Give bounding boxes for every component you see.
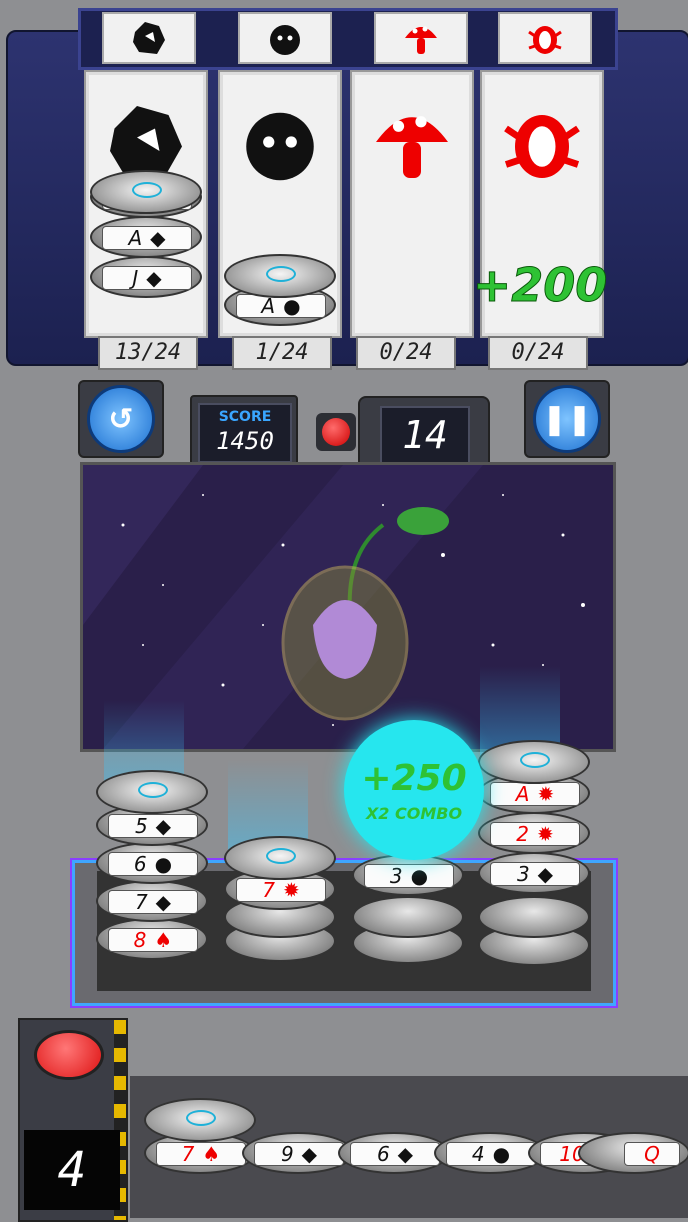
chip-value: 3	[516, 862, 530, 886]
bug-icon	[528, 26, 562, 54]
conveyor-chip[interactable]: Q	[578, 1132, 688, 1174]
chip[interactable]: 8 ♠	[96, 918, 208, 960]
mushroom-icon	[376, 116, 448, 178]
chip[interactable]: 3 ●	[352, 854, 464, 896]
bug-icon: ✹	[536, 822, 554, 846]
chip[interactable]: 6 ●	[96, 842, 208, 884]
chip[interactable]: 2 ✹	[478, 812, 590, 854]
mushroom-icon	[405, 26, 437, 54]
alarm-light	[316, 413, 356, 451]
berry-icon	[246, 112, 314, 181]
chip[interactable]: 7 ◆	[96, 880, 208, 922]
chip-value: 8	[133, 928, 147, 952]
chip-dispenser: 4	[18, 1018, 128, 1222]
rock-icon: ◆	[397, 1142, 414, 1166]
rock-icon: ◆	[146, 266, 162, 290]
header-berry-tile	[238, 12, 332, 64]
count-berry: 1/24	[232, 336, 332, 370]
berry-icon: ●	[154, 852, 173, 876]
combo-text: X2 COMBO	[365, 804, 463, 823]
chip[interactable]: A ◆	[90, 216, 202, 258]
chip-value: Q	[644, 1142, 660, 1166]
chip[interactable]: 3 ◆	[478, 852, 590, 894]
count-rock: 13/24	[98, 336, 198, 370]
chip-value: A	[515, 782, 530, 806]
count-mushroom: 0/24	[356, 336, 456, 370]
chip-top	[224, 836, 336, 880]
draw-button[interactable]	[34, 1030, 104, 1080]
pause-button[interactable]: ❚❚	[524, 380, 610, 458]
pause-icon: ❚❚	[533, 385, 601, 453]
score-title: SCORE	[218, 409, 272, 425]
rock-icon: ◆	[155, 890, 172, 914]
score-value: 1450	[216, 427, 274, 455]
chip-value: 7	[181, 1142, 195, 1166]
berry-icon: ●	[492, 1142, 511, 1166]
rock-icon: ◆	[155, 814, 172, 838]
chip-value: 9	[280, 1142, 294, 1166]
chip-value: 2	[516, 822, 529, 846]
chip-top	[96, 770, 208, 814]
chip[interactable]: J ◆	[90, 256, 202, 298]
mushroom-icon: ♠	[154, 928, 173, 952]
chip-value: 7	[262, 878, 275, 902]
chip-value: 5	[134, 814, 148, 838]
chip-value: 3	[389, 864, 403, 888]
bug-icon	[504, 115, 580, 178]
count-bug: 0/24	[488, 336, 588, 370]
combo-points: +250	[361, 758, 467, 799]
header-rock-tile	[102, 12, 196, 64]
combo-burst: +250 X2 COMBO	[344, 720, 484, 860]
undo-icon: ↺	[87, 385, 155, 453]
foundation-slot-mushroom[interactable]	[350, 70, 474, 338]
chip-value: 4	[471, 1142, 485, 1166]
bonus-popup: +200	[472, 258, 608, 313]
rock-icon: ◆	[301, 1142, 318, 1166]
berry-icon: ●	[410, 864, 429, 888]
mushroom-icon: ♠	[202, 1142, 221, 1166]
bug-icon: ✹	[537, 782, 555, 806]
chip-top	[478, 740, 590, 784]
chip-top	[224, 254, 336, 298]
header-mushroom-tile	[374, 12, 468, 64]
rock-icon	[133, 22, 165, 54]
dispenser-count: 4	[24, 1130, 120, 1210]
timer-value: 14	[380, 406, 470, 464]
bug-icon: ✹	[282, 878, 300, 902]
chip-back	[352, 896, 464, 938]
chip-back	[478, 896, 590, 938]
rock-icon: ◆	[150, 226, 166, 250]
rock-icon: ◆	[537, 862, 554, 886]
score-panel: SCORE 1450	[190, 395, 298, 469]
chip-value: 7	[134, 890, 148, 914]
header-bug-tile	[498, 12, 592, 64]
chip-value: A	[128, 226, 143, 250]
chip-top	[90, 170, 202, 214]
chip-top	[144, 1098, 256, 1142]
chip-value: 6	[376, 1142, 390, 1166]
berry-icon	[270, 25, 300, 55]
chip-value: 6	[133, 852, 147, 876]
undo-button[interactable]: ↺	[78, 380, 164, 458]
chip-value: J	[132, 266, 139, 290]
